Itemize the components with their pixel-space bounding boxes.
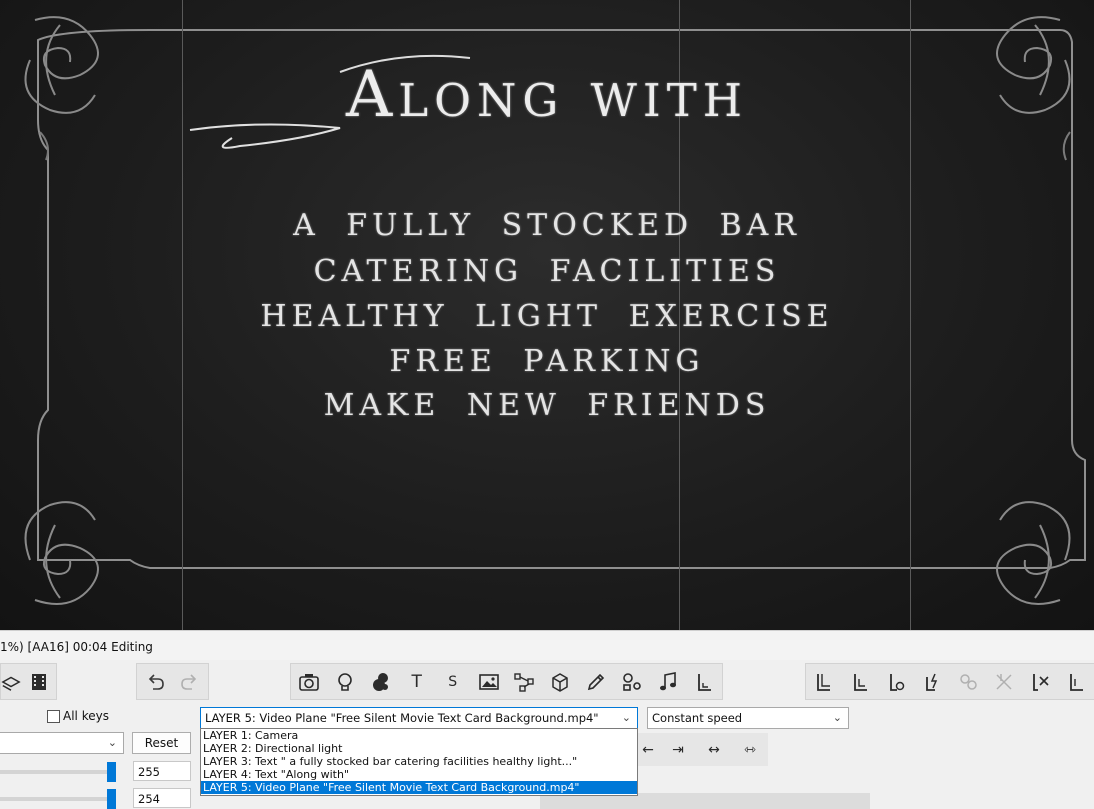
- particles-icon[interactable]: [363, 666, 399, 698]
- undo-icon[interactable]: [137, 666, 173, 698]
- card-line-4: free parking: [389, 344, 705, 379]
- property-select[interactable]: ⌄: [0, 732, 124, 754]
- layer-ungroup-icon[interactable]: [986, 666, 1022, 698]
- layer-icon[interactable]: [686, 666, 722, 698]
- camera-icon[interactable]: [291, 666, 327, 698]
- film-icon[interactable]: [21, 666, 56, 698]
- chevron-down-icon: ⌄: [621, 711, 631, 724]
- layer-collapse-icon[interactable]: [1058, 666, 1094, 698]
- layer-remove-icon[interactable]: [1022, 666, 1058, 698]
- slider-track-2[interactable]: [0, 797, 112, 801]
- keyframe-nav-group: ← ⇥ ↔ ⇿: [636, 733, 768, 766]
- toolbar-insert-group: T S: [290, 663, 723, 700]
- card-line-2: catering facilities: [313, 254, 781, 289]
- light-bulb-icon[interactable]: [327, 666, 363, 698]
- card-line-5: make new friends: [323, 388, 771, 423]
- cube-icon[interactable]: [542, 666, 578, 698]
- toolbar-view-group: [0, 663, 57, 700]
- slider-thumb-2[interactable]: [107, 789, 116, 809]
- shapes-icon[interactable]: [614, 666, 650, 698]
- layers-icon[interactable]: [1, 666, 21, 698]
- subtitle-icon[interactable]: S: [435, 666, 471, 698]
- text-icon[interactable]: T: [399, 666, 435, 698]
- status-text: 1%) [AA16] 00:04 Editing: [0, 640, 153, 654]
- card-title: Along with: [346, 58, 748, 132]
- slider-track-1[interactable]: [0, 770, 112, 774]
- pen-icon[interactable]: [578, 666, 614, 698]
- next-key-icon[interactable]: ⇥: [660, 742, 696, 758]
- layer-link-icon[interactable]: [806, 666, 842, 698]
- layer-option-4[interactable]: LAYER 4: Text "Along with": [201, 768, 637, 781]
- expand-keys-icon[interactable]: ↔: [696, 742, 732, 758]
- music-note-icon[interactable]: [650, 666, 686, 698]
- value-input-2[interactable]: 254: [133, 788, 191, 808]
- card-line-3: healthy light exercise: [260, 299, 834, 334]
- status-bar: 1%) [AA16] 00:04 Editing: [0, 630, 1094, 660]
- layer-dropdown-list[interactable]: LAYER 1: Camera LAYER 2: Directional lig…: [200, 728, 638, 796]
- all-keys-label: All keys: [63, 709, 109, 723]
- layer-child-icon[interactable]: [914, 666, 950, 698]
- redo-icon[interactable]: [173, 666, 209, 698]
- all-keys-checkbox-row[interactable]: All keys: [47, 709, 109, 723]
- video-preview[interactable]: Along with a fully stocked bar catering …: [0, 0, 1094, 630]
- layer-group-icon[interactable]: [950, 666, 986, 698]
- reset-button[interactable]: Reset: [132, 732, 191, 754]
- path-icon[interactable]: [507, 666, 543, 698]
- image-icon[interactable]: [471, 666, 507, 698]
- layer-option-1[interactable]: LAYER 1: Camera: [201, 729, 637, 742]
- speed-select-value: Constant speed: [652, 711, 743, 725]
- toolbar-history-group: [136, 663, 209, 700]
- layer-option-2[interactable]: LAYER 2: Directional light: [201, 742, 637, 755]
- toolbar-layer-group: [805, 663, 1094, 700]
- collapse-keys-icon[interactable]: ⇿: [732, 742, 768, 758]
- layer-select[interactable]: LAYER 5: Video Plane "Free Silent Movie …: [200, 707, 638, 729]
- layer-option-5[interactable]: LAYER 5: Video Plane "Free Silent Movie …: [201, 781, 637, 794]
- layer-select-value: LAYER 5: Video Plane "Free Silent Movie …: [205, 711, 599, 725]
- chevron-down-icon: ⌄: [107, 736, 117, 749]
- speed-select[interactable]: Constant speed ⌄: [647, 707, 849, 729]
- chevron-down-icon: ⌄: [832, 711, 842, 724]
- card-line-1: a fully stocked bar: [293, 208, 801, 243]
- layer-unlink-icon[interactable]: [842, 666, 878, 698]
- layer-option-3[interactable]: LAYER 3: Text " a fully stocked bar cate…: [201, 755, 637, 768]
- layer-parent-icon[interactable]: [878, 666, 914, 698]
- prev-key-icon[interactable]: ←: [636, 742, 660, 758]
- slider-thumb-1[interactable]: [107, 762, 116, 782]
- value-input-1[interactable]: 255: [133, 761, 191, 781]
- all-keys-checkbox[interactable]: [47, 709, 60, 723]
